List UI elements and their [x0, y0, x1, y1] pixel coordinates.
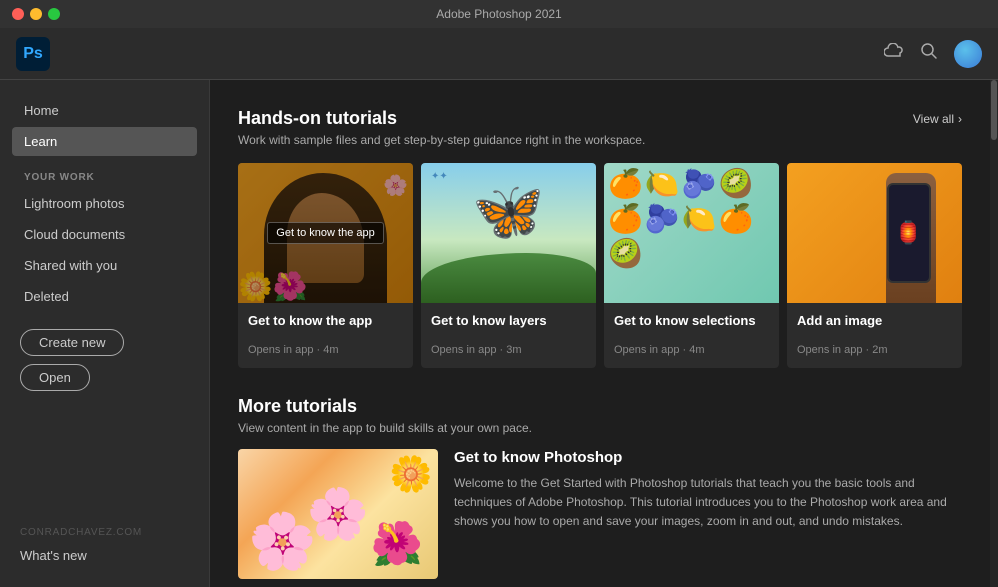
more-tutorial-thumbnail[interactable]: 🌸 🌼 🌺	[238, 449, 438, 579]
main-content: Hands-on tutorials Work with sample file…	[210, 80, 990, 587]
header-icons	[884, 40, 982, 68]
chevron-right-icon: ›	[958, 112, 962, 126]
sidebar-actions: Create new Open	[0, 313, 209, 407]
sidebar-item-cloud[interactable]: Cloud documents	[12, 220, 197, 249]
view-all-button[interactable]: View all ›	[913, 112, 962, 126]
card-title: Get to know the app	[248, 313, 403, 328]
scrollbar-track[interactable]	[990, 80, 998, 587]
sidebar-nav: Home Learn	[0, 96, 209, 158]
sidebar-your-work: Lightroom photos Cloud documents Shared …	[0, 189, 209, 313]
sidebar-item-shared[interactable]: Shared with you	[12, 251, 197, 280]
sidebar-footer: CONRADCHAVEZ.COM What's new	[0, 527, 209, 571]
more-tutorial-title: Get to know Photoshop	[454, 449, 962, 466]
more-tutorials-title: More tutorials	[238, 396, 962, 417]
tutorial-card-know-layers[interactable]: 🦋 ✦✦ Get to know layers Opens in app · 3…	[421, 163, 596, 368]
title-bar: Adobe Photoshop 2021	[0, 0, 998, 28]
sidebar-item-home[interactable]: Home	[12, 96, 197, 125]
more-tutorial-desc: Welcome to the Get Started with Photosho…	[454, 474, 962, 532]
tutorial-card-know-selections[interactable]: 🍊 🍋 🫐 🥝 🍊 🫐 🍋 🍊 🥝 Get to know selections…	[604, 163, 779, 368]
app-body: Home Learn YOUR WORK Lightroom photos Cl…	[0, 80, 998, 587]
your-work-label: YOUR WORK	[0, 158, 209, 189]
traffic-lights	[12, 8, 60, 20]
sidebar-item-lightroom[interactable]: Lightroom photos	[12, 189, 197, 218]
minimize-button[interactable]	[30, 8, 42, 20]
card-meta: Opens in app · 4m	[248, 344, 403, 356]
sidebar-item-learn[interactable]: Learn	[12, 127, 197, 156]
ps-logo: Ps	[16, 37, 50, 71]
card-meta: Opens in app · 4m	[614, 344, 769, 356]
card-title: Get to know selections	[614, 313, 769, 328]
maximize-button[interactable]	[48, 8, 60, 20]
tutorials-subtitle: Work with sample files and get step-by-s…	[238, 133, 645, 147]
card-title: Add an image	[797, 313, 952, 328]
watermark: CONRADCHAVEZ.COM	[20, 527, 189, 538]
sidebar-item-deleted[interactable]: Deleted	[12, 282, 197, 311]
tutorial-card-know-app[interactable]: 🌼🌺 🌸 Get to know the app Get to know the…	[238, 163, 413, 368]
overlay-text: Get to know the app	[267, 222, 383, 244]
tutorials-grid: 🌼🌺 🌸 Get to know the app Get to know the…	[238, 163, 962, 368]
search-icon[interactable]	[920, 42, 938, 65]
tutorials-header: Hands-on tutorials Work with sample file…	[238, 108, 962, 147]
more-tutorial-info: Get to know Photoshop Welcome to the Get…	[454, 449, 962, 532]
sidebar: Home Learn YOUR WORK Lightroom photos Cl…	[0, 80, 210, 587]
more-tutorials-row: 🌸 🌼 🌺 Get to know Photoshop Welcome to t…	[238, 449, 962, 579]
close-button[interactable]	[12, 8, 24, 20]
card-meta: Opens in app · 2m	[797, 344, 952, 356]
open-button[interactable]: Open	[20, 364, 90, 391]
card-overlay: Get to know the app	[238, 163, 413, 303]
app-header: Ps	[0, 28, 998, 80]
more-tutorials-subtitle: View content in the app to build skills …	[238, 421, 962, 435]
avatar[interactable]	[954, 40, 982, 68]
card-title: Get to know layers	[431, 313, 586, 328]
tutorials-title: Hands-on tutorials	[238, 108, 645, 129]
create-new-button[interactable]: Create new	[20, 329, 124, 356]
card-meta: Opens in app · 3m	[431, 344, 586, 356]
whats-new-link[interactable]: What's new	[20, 548, 189, 563]
scrollbar-thumb[interactable]	[991, 80, 997, 140]
more-tutorials-header: More tutorials View content in the app t…	[238, 396, 962, 435]
cloud-icon[interactable]	[884, 43, 904, 64]
window-title: Adobe Photoshop 2021	[436, 7, 561, 21]
tutorial-card-add-image[interactable]: 🏮 Add an image Opens in app · 2m	[787, 163, 962, 368]
